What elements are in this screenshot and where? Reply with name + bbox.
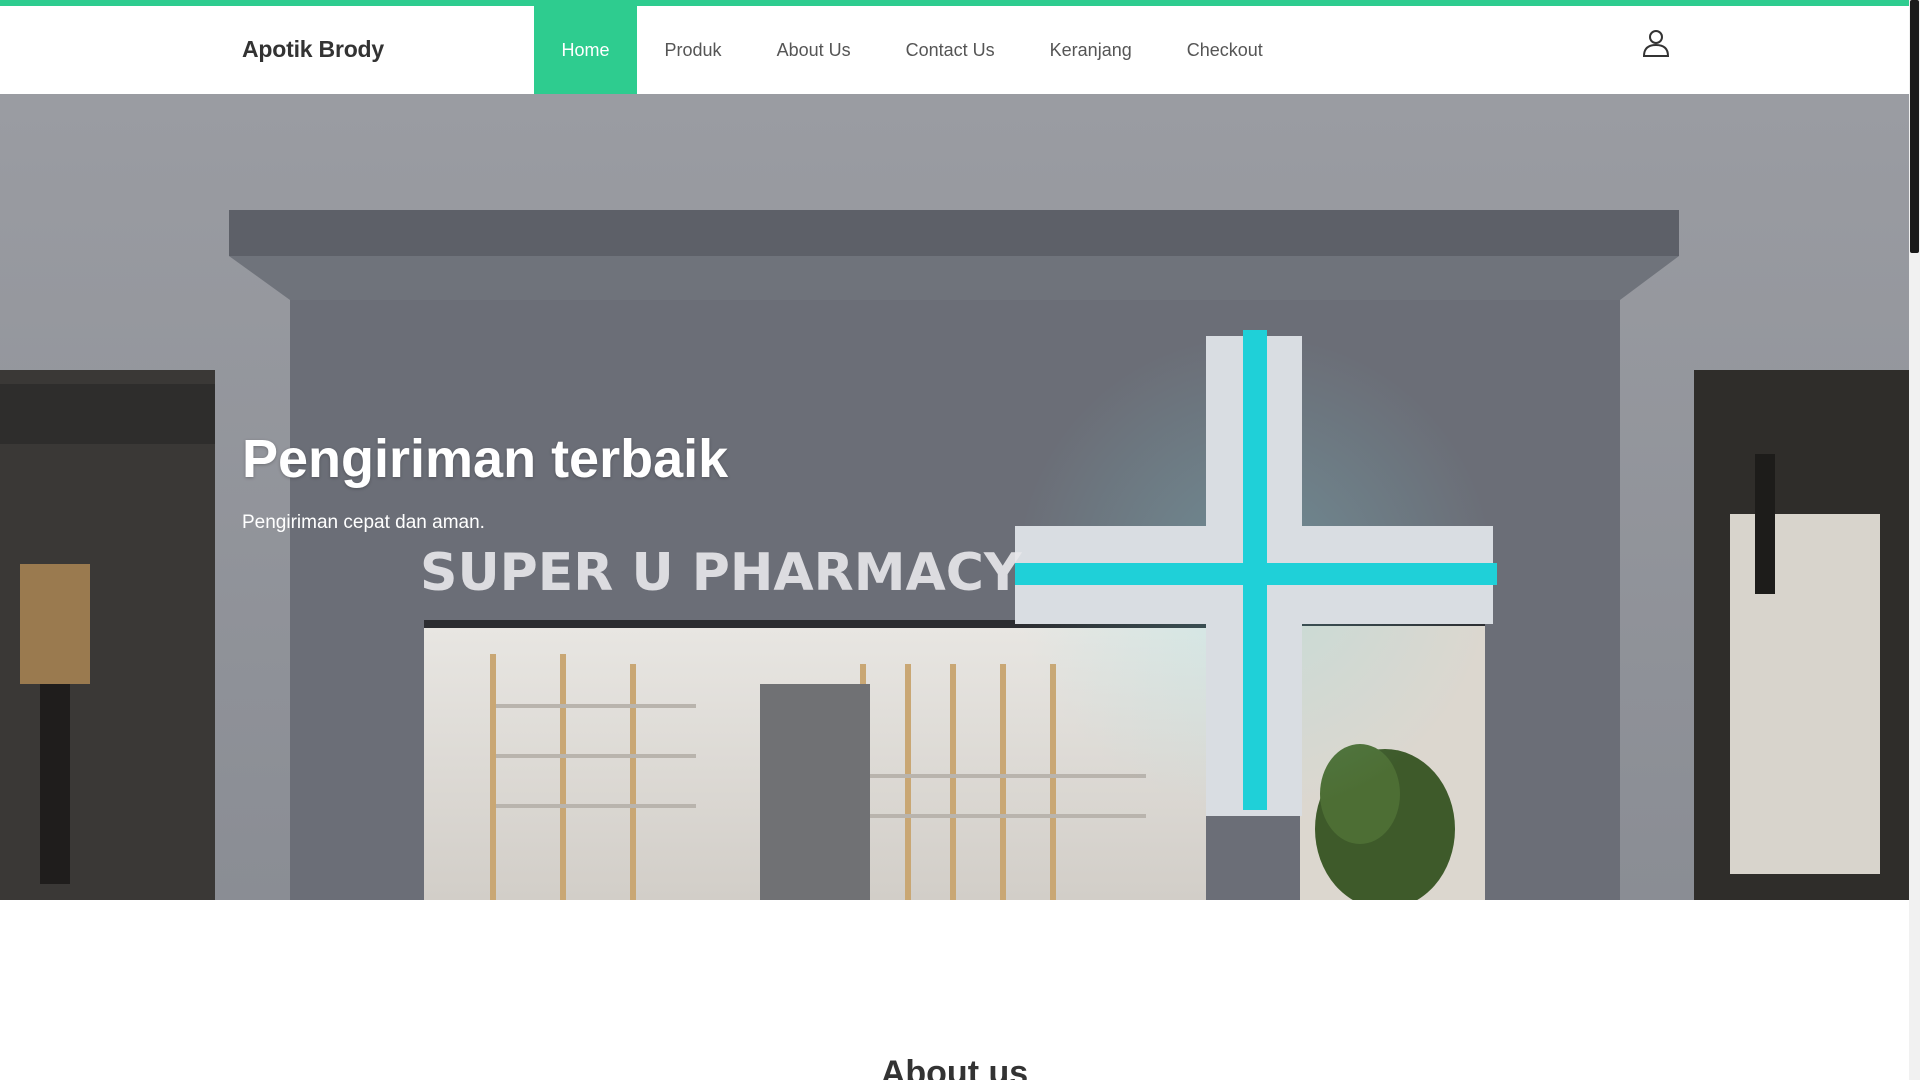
scrollbar-thumb[interactable] xyxy=(1910,0,1919,253)
nav-about-us[interactable]: About Us xyxy=(749,6,878,94)
hero-title: Pengiriman terbaik xyxy=(242,429,729,489)
hero-banner: SUPER U PHARMACY Pengiriman terbaik Peng… xyxy=(0,94,1909,900)
main-nav: Home Produk About Us Contact Us Keranjan… xyxy=(534,6,1290,94)
store-sign-text: SUPER U PHARMACY xyxy=(420,543,1023,603)
brand-logo[interactable]: Apotik Brody xyxy=(242,36,384,63)
user-icon[interactable] xyxy=(1641,28,1671,58)
nav-checkout[interactable]: Checkout xyxy=(1159,6,1290,94)
nav-keranjang[interactable]: Keranjang xyxy=(1022,6,1159,94)
navbar: Apotik Brody Home Produk About Us Contac… xyxy=(0,6,1909,94)
about-section-title: About us xyxy=(880,1054,1029,1080)
page-scrollbar[interactable] xyxy=(1909,0,1920,1080)
hero-background-image: SUPER U PHARMACY xyxy=(0,94,1909,900)
nav-home[interactable]: Home xyxy=(534,6,638,94)
nav-produk[interactable]: Produk xyxy=(637,6,749,94)
nav-contact-us[interactable]: Contact Us xyxy=(878,6,1022,94)
hero-subtitle: Pengiriman cepat dan aman. xyxy=(242,512,485,533)
